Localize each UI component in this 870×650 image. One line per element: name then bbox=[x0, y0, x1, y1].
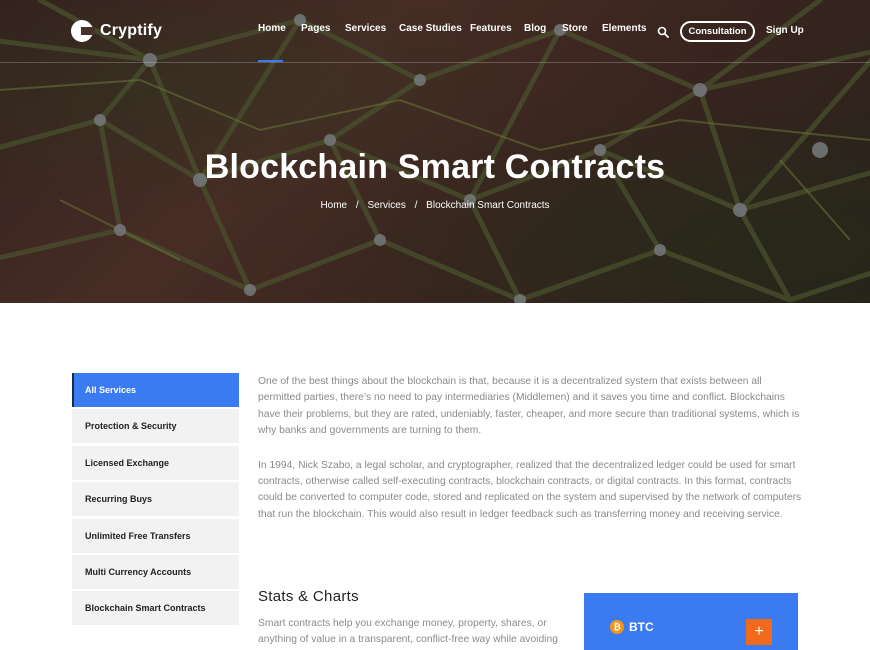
page-title: Blockchain Smart Contracts bbox=[204, 148, 666, 186]
services-sidebar: All Services Protection & Security Licen… bbox=[72, 373, 239, 628]
nav-item-case-studies[interactable]: Case Studies bbox=[399, 23, 462, 34]
sidebar-item-unlimited-free-transfers[interactable]: Unlimited Free Transfers bbox=[72, 518, 239, 553]
nav-item-services[interactable]: Services bbox=[345, 23, 386, 34]
breadcrumb-separator: / bbox=[414, 200, 418, 211]
stats-charts-heading: Stats & Charts bbox=[258, 588, 359, 605]
nav-item-home[interactable]: Home bbox=[258, 23, 286, 34]
nav-item-store[interactable]: Store bbox=[562, 23, 588, 34]
btc-label: BTC bbox=[629, 620, 654, 634]
sidebar-item-all-services[interactable]: All Services bbox=[72, 373, 239, 407]
btc-card: ₿ BTC + bbox=[584, 593, 798, 650]
signup-link[interactable]: Sign Up bbox=[766, 25, 804, 36]
sidebar-item-blockchain-smart-contracts[interactable]: Blockchain Smart Contracts bbox=[72, 591, 239, 626]
intro-paragraph: One of the best things about the blockch… bbox=[258, 376, 800, 437]
breadcrumb-current: Blockchain Smart Contracts bbox=[426, 200, 550, 211]
main-content: One of the best things about the blockch… bbox=[258, 374, 803, 541]
expand-plus-button[interactable]: + bbox=[746, 619, 772, 645]
sidebar-item-licensed-exchange[interactable]: Licensed Exchange bbox=[72, 445, 239, 480]
logo-icon bbox=[71, 20, 95, 42]
bitcoin-icon: ₿ bbox=[610, 620, 624, 634]
nav-item-blog[interactable]: Blog bbox=[524, 23, 546, 34]
header-divider bbox=[0, 62, 870, 63]
stats-charts-text: Smart contracts help you exchange money,… bbox=[258, 618, 558, 646]
site-header: Cryptify Home Pages Services Case Studie… bbox=[0, 0, 870, 63]
nav-item-pages[interactable]: Pages bbox=[301, 23, 330, 34]
breadcrumb: Home / Services / Blockchain Smart Contr… bbox=[0, 200, 870, 211]
sidebar-item-recurring-buys[interactable]: Recurring Buys bbox=[72, 482, 239, 517]
sidebar-item-multi-currency-accounts[interactable]: Multi Currency Accounts bbox=[72, 554, 239, 589]
breadcrumb-services[interactable]: Services bbox=[367, 200, 405, 211]
search-icon[interactable] bbox=[657, 26, 669, 38]
history-paragraph: In 1994, Nick Szabo, a legal scholar, an… bbox=[258, 459, 802, 520]
breadcrumb-home[interactable]: Home bbox=[320, 200, 347, 211]
nav-item-elements[interactable]: Elements bbox=[602, 23, 646, 34]
consultation-button[interactable]: Consultation bbox=[680, 21, 755, 42]
sidebar-item-protection-security[interactable]: Protection & Security bbox=[72, 409, 239, 444]
brand-name: Cryptify bbox=[100, 22, 163, 39]
brand-logo[interactable]: Cryptify bbox=[71, 20, 162, 42]
nav-item-features[interactable]: Features bbox=[470, 23, 512, 34]
breadcrumb-separator: / bbox=[355, 200, 359, 211]
